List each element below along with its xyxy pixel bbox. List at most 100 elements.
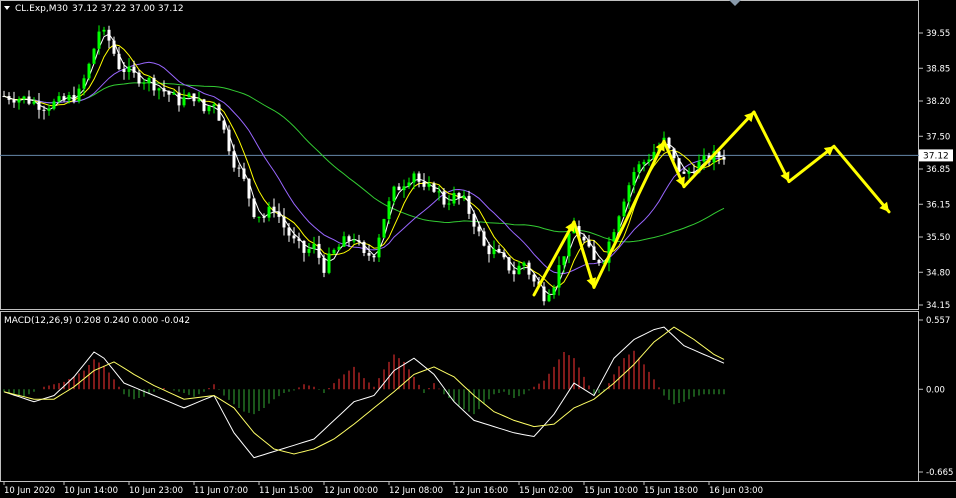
time-tick-label: 15 Jun 10:00 <box>584 486 638 496</box>
candle-body <box>107 29 111 41</box>
candle <box>142 79 146 90</box>
candle <box>182 89 186 108</box>
candle <box>527 260 531 280</box>
candle-body <box>567 233 571 257</box>
candle <box>497 244 501 254</box>
candle-body <box>547 294 551 302</box>
candle-body <box>132 66 136 73</box>
candle <box>247 178 251 207</box>
candle <box>102 26 106 36</box>
candle-body <box>27 96 31 104</box>
candle <box>137 69 141 87</box>
candle <box>622 198 626 218</box>
candle-body <box>17 98 21 103</box>
candle-body <box>112 40 116 54</box>
candle-body <box>137 72 141 84</box>
candle <box>592 240 596 261</box>
candle-body <box>452 193 456 204</box>
candle <box>307 242 311 257</box>
candle-body <box>552 287 556 295</box>
candle-body <box>592 246 596 260</box>
candle <box>222 119 226 134</box>
candle-body <box>407 182 411 187</box>
candle-body <box>242 168 246 179</box>
candle <box>522 261 526 271</box>
forecast-segment <box>592 139 666 289</box>
candle <box>87 62 91 81</box>
candle-body <box>97 31 101 49</box>
candle-body <box>22 96 26 99</box>
time-tick-label: 11 Jun 07:00 <box>194 486 248 496</box>
candle <box>502 249 506 260</box>
shift-marker-icon[interactable] <box>729 0 741 6</box>
candle <box>562 256 566 273</box>
macd-label: MACD(12,26,9) 0.208 0.240 0.000 -0.042 <box>4 316 190 326</box>
candle-body <box>622 201 626 217</box>
candle-body <box>392 186 396 202</box>
candle-body <box>12 99 16 103</box>
candle <box>202 98 206 114</box>
candle <box>682 168 686 174</box>
candle-body <box>497 248 501 253</box>
candle-body <box>52 101 56 109</box>
candle-body <box>477 226 481 232</box>
macd-axis: 0.557 0.00 -0.665 <box>919 316 953 478</box>
candle <box>512 261 516 282</box>
candle-body <box>422 181 426 187</box>
candle-body <box>417 173 421 182</box>
candle <box>382 218 386 239</box>
candle <box>27 90 31 106</box>
candle-body <box>182 97 186 106</box>
candle-body <box>437 191 441 193</box>
candle-body <box>672 148 676 159</box>
candle-body <box>447 203 451 205</box>
candle <box>327 247 331 275</box>
candle-body <box>527 262 531 275</box>
candle-body <box>322 257 326 273</box>
candle <box>227 125 231 156</box>
candle-body <box>542 286 546 302</box>
candle-body <box>207 106 211 112</box>
candle-body <box>327 253 331 273</box>
candle-body <box>127 66 131 72</box>
candle-body <box>147 77 151 83</box>
candle-body <box>232 151 236 168</box>
candle <box>687 167 691 179</box>
time-tick-label: 12 Jun 08:00 <box>389 486 443 496</box>
candle-body <box>272 206 276 212</box>
price-tick-label: 39.55 <box>926 29 950 39</box>
candle-body <box>647 159 651 162</box>
candle <box>127 58 131 80</box>
dropdown-triangle-icon[interactable] <box>4 6 10 10</box>
candle <box>407 177 411 189</box>
candle <box>17 96 21 110</box>
candle-body <box>37 101 41 110</box>
candle <box>587 234 591 248</box>
candle <box>377 233 381 262</box>
candles <box>2 25 726 306</box>
symbol-timeframe: CL.Exp,M30 <box>15 4 68 14</box>
candle-body <box>157 88 161 91</box>
candle <box>157 87 161 100</box>
candle <box>62 93 66 102</box>
candle-body <box>587 240 591 247</box>
candle <box>77 84 81 104</box>
candle-body <box>522 262 526 266</box>
candle-body <box>442 191 446 205</box>
candle-body <box>582 236 586 241</box>
candle-body <box>532 274 536 282</box>
candle <box>492 240 496 259</box>
candle <box>147 75 151 92</box>
candle <box>192 93 196 107</box>
candle-body <box>302 240 306 253</box>
candle <box>107 25 111 49</box>
time-tick-label: 15 Jun 18:00 <box>644 486 698 496</box>
candle-body <box>597 259 601 263</box>
time-tick-label: 16 Jun 03:00 <box>709 486 763 496</box>
ma-long-line <box>3 82 725 243</box>
price-tick-label: 36.15 <box>926 200 950 210</box>
candle <box>7 92 11 105</box>
candle <box>12 91 16 108</box>
candle-body <box>352 240 356 242</box>
price-tick-label: 34.80 <box>926 268 950 278</box>
